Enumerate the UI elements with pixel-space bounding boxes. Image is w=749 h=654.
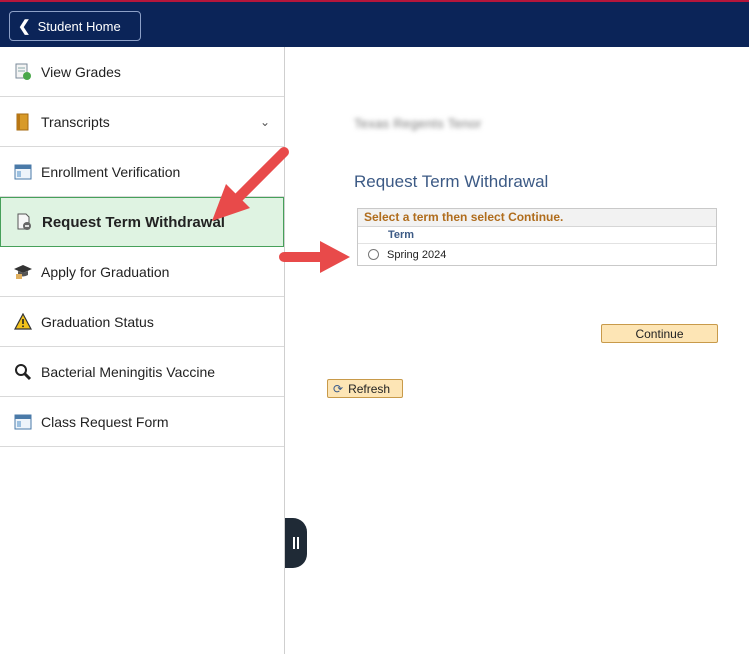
graduation-cap-icon	[13, 262, 33, 282]
sidebar-item-enrollment-verification[interactable]: Enrollment Verification	[0, 147, 284, 197]
window-icon	[13, 162, 33, 182]
blurred-heading: Texas Regents Tenor	[354, 116, 482, 131]
sidebar-item-label: Graduation Status	[41, 313, 154, 330]
sidebar-item-class-request-form[interactable]: Class Request Form	[0, 397, 284, 447]
sidebar-item-bacterial-meningitis-vaccine[interactable]: Bacterial Meningitis Vaccine	[0, 347, 284, 397]
page-title: Request Term Withdrawal	[354, 172, 549, 191]
term-radio-button[interactable]	[368, 249, 379, 260]
sidebar-item-label: View Grades	[41, 63, 121, 80]
sidebar-item-transcripts[interactable]: Transcripts ⌄	[0, 97, 284, 147]
refresh-button[interactable]: ⟳ Refresh	[327, 379, 403, 398]
continue-button[interactable]: Continue	[601, 324, 718, 343]
term-selection-grid: Select a term then select Continue. Term…	[357, 208, 717, 266]
term-value: Spring 2024	[387, 248, 447, 261]
student-home-label: Student Home	[37, 18, 121, 34]
pause-bars-icon	[293, 537, 299, 549]
sidebar-item-view-grades[interactable]: View Grades	[0, 47, 284, 97]
refresh-label: Refresh	[348, 381, 391, 396]
warning-icon	[13, 312, 33, 332]
sidebar-item-label: Apply for Graduation	[41, 263, 170, 280]
term-column-header: Term	[358, 227, 716, 244]
grid-instruction: Select a term then select Continue.	[358, 209, 716, 227]
sidebar-item-graduation-status[interactable]: Graduation Status	[0, 297, 284, 347]
student-home-button[interactable]: ❮ Student Home	[9, 11, 141, 41]
magnifier-icon	[13, 362, 33, 382]
withdraw-document-icon	[14, 212, 34, 232]
arrow-to-term-row	[279, 241, 350, 273]
sidebar-item-label: Class Request Form	[41, 413, 169, 430]
sidebar-collapse-handle[interactable]	[285, 518, 307, 568]
window-icon	[13, 412, 33, 432]
sidebar-item-label: Bacterial Meningitis Vaccine	[41, 363, 216, 380]
chevron-left-icon: ❮	[18, 18, 31, 35]
grades-icon	[13, 62, 33, 82]
refresh-icon: ⟳	[333, 381, 344, 396]
sidebar-item-label: Transcripts	[41, 113, 110, 130]
transcript-book-icon	[13, 112, 33, 132]
sidebar-item-request-term-withdrawal[interactable]: Request Term Withdrawal	[0, 197, 284, 247]
sidebar-item-label: Enrollment Verification	[41, 163, 181, 180]
sidebar-item-apply-for-graduation[interactable]: Apply for Graduation	[0, 247, 284, 297]
table-row[interactable]: Spring 2024	[358, 244, 716, 265]
chevron-down-icon[interactable]: ⌄	[260, 115, 270, 129]
sidebar-nav: View Grades Transcripts ⌄ Enrollment Ver…	[0, 47, 285, 654]
sidebar-item-label: Request Term Withdrawal	[42, 213, 225, 231]
top-header: ❮ Student Home	[0, 0, 749, 47]
